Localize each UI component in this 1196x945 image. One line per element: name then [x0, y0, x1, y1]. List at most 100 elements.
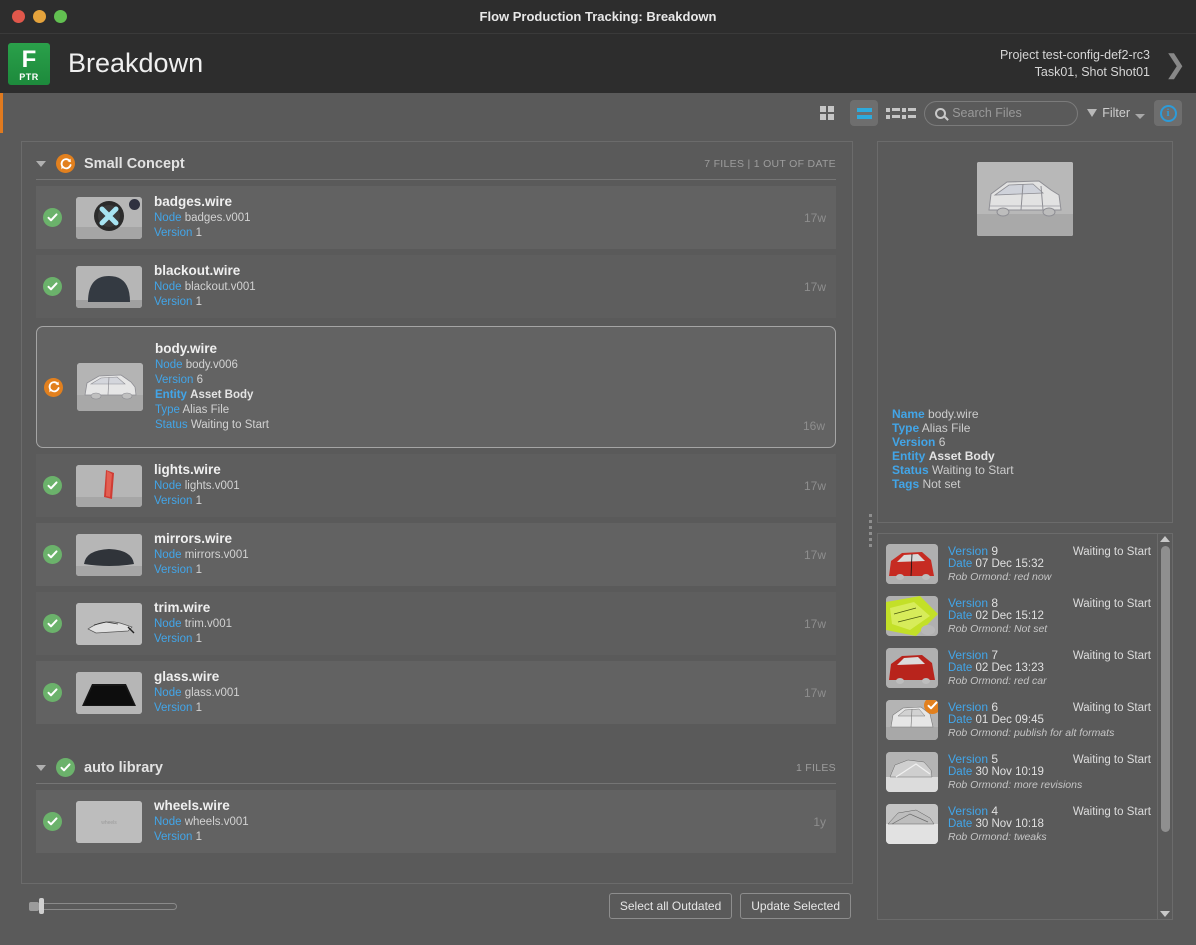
scroll-up-icon[interactable] — [1160, 536, 1170, 542]
file-row[interactable]: wheels wheels.wire Node wheels.v001 Version… — [36, 790, 836, 853]
panel-splitter[interactable] — [863, 133, 877, 928]
file-field: Version 1 — [154, 563, 794, 578]
slider-handle[interactable] — [39, 898, 44, 914]
version-number: Version 8 — [948, 596, 999, 610]
field-key: Node — [154, 480, 182, 492]
version-note: Rob Ormond: more revisions — [948, 779, 1083, 791]
collapse-caret-icon[interactable] — [36, 764, 46, 771]
group-meta: 7 FILES | 1 OUT OF DATE — [704, 157, 836, 170]
file-row[interactable]: mirrors.wire Node mirrors.v001 Version 1 17… — [36, 523, 836, 586]
group-header[interactable]: auto library 1 FILES — [22, 746, 852, 783]
search-input[interactable] — [952, 106, 1068, 120]
file-meta: badges.wire Node badges.v001 Version 1 — [154, 194, 794, 241]
file-field: Node badges.v001 — [154, 211, 794, 226]
file-name: badges.wire — [154, 194, 233, 209]
refresh-icon[interactable] — [44, 377, 63, 397]
version-date: Date 30 Nov 10:18 — [948, 818, 1044, 830]
check-icon[interactable] — [43, 614, 62, 633]
version-status: Waiting to Start — [1072, 546, 1151, 558]
check-icon[interactable] — [43, 683, 62, 702]
titlebar: Flow Production Tracking: Breakdown — [0, 0, 1196, 33]
file-name: lights.wire — [154, 462, 221, 477]
version-date: Date 30 Nov 10:19 — [948, 766, 1044, 778]
version-thumbnail — [886, 700, 938, 740]
version-note: Rob Ormond: red car — [948, 675, 1047, 687]
version-scrollbar[interactable] — [1157, 534, 1172, 919]
minimize-button[interactable] — [33, 10, 46, 23]
detail-field: Tags Not set — [892, 477, 1014, 492]
version-item[interactable]: Version 9 Waiting to Start Date 07 Dec 15:… — [878, 538, 1157, 590]
check-icon[interactable] — [43, 208, 62, 227]
group-divider — [36, 179, 836, 180]
file-list[interactable]: Small Concept 7 FILES | 1 OUT OF DATE badg… — [21, 141, 853, 884]
check-icon[interactable] — [43, 277, 62, 296]
version-date: Date 01 Dec 09:45 — [948, 714, 1044, 726]
chevron-down-icon[interactable] — [1135, 114, 1145, 119]
file-age: 17w — [803, 616, 826, 631]
check-icon[interactable] — [43, 476, 62, 495]
detail-view-icon[interactable] — [886, 100, 917, 126]
grid-view-icon[interactable] — [813, 100, 841, 126]
file-field: Node blackout.v001 — [154, 280, 794, 295]
group-header[interactable]: Small Concept 7 FILES | 1 OUT OF DATE — [22, 142, 852, 179]
chevron-right-icon[interactable]: ❯ — [1164, 51, 1186, 77]
info-button[interactable]: i — [1154, 100, 1182, 126]
bottom-toolbar: Select all Outdated Update Selected — [3, 884, 863, 928]
file-row[interactable]: body.wire Node body.v006 Version 6 Entity A… — [36, 326, 836, 448]
collapse-caret-icon[interactable] — [36, 160, 46, 167]
version-thumbnail — [886, 804, 938, 844]
filter-button[interactable]: Filter — [1087, 106, 1145, 120]
thumbnail-size-slider[interactable] — [29, 898, 177, 914]
search-field[interactable] — [924, 100, 1079, 126]
field-key: Entity — [892, 449, 926, 463]
field-value: wheels.v001 — [184, 816, 249, 828]
field-value: Asset Body — [928, 449, 995, 463]
maximize-button[interactable] — [54, 10, 67, 23]
field-value: 1 — [195, 633, 202, 645]
close-button[interactable] — [12, 10, 25, 23]
file-row[interactable]: lights.wire Node lights.v001 Version 1 17w — [36, 454, 836, 517]
scroll-down-icon[interactable] — [1160, 911, 1170, 917]
version-item[interactable]: Version 6 Waiting to Start Date 01 Dec 09:… — [878, 694, 1157, 746]
slider-track[interactable] — [29, 902, 177, 910]
version-date: Date 02 Dec 15:12 — [948, 610, 1044, 622]
file-meta: mirrors.wire Node mirrors.v001 Version 1 — [154, 531, 794, 578]
file-field: Node glass.v001 — [154, 686, 794, 701]
version-item[interactable]: Version 8 Waiting to Start Date 02 Dec 15:… — [878, 590, 1157, 642]
check-icon[interactable] — [43, 812, 62, 831]
field-value: Asset Body — [190, 389, 254, 401]
select-all-outdated-button[interactable]: Select all Outdated — [608, 893, 733, 919]
file-age: 1y — [813, 814, 826, 829]
field-value: 6 — [196, 374, 203, 386]
file-thumbnail — [76, 602, 142, 645]
update-selected-button[interactable]: Update Selected — [740, 893, 851, 919]
list-view-icon[interactable] — [850, 100, 879, 126]
version-status: Waiting to Start — [1072, 754, 1151, 766]
version-thumbnail — [886, 544, 938, 584]
file-thumbnail — [76, 671, 142, 714]
version-list[interactable]: Version 9 Waiting to Start Date 07 Dec 15:… — [878, 534, 1157, 919]
file-field: Node lights.v001 — [154, 479, 794, 494]
field-key: Status — [155, 419, 188, 431]
file-row[interactable]: glass.wire Node glass.v001 Version 1 17w — [36, 661, 836, 724]
file-field: Type Alias File — [155, 403, 793, 418]
field-key: Type — [892, 421, 920, 435]
filter-label: Filter — [1102, 106, 1130, 120]
version-item[interactable]: Version 7 Waiting to Start Date 02 Dec 13:… — [878, 642, 1157, 694]
field-value: mirrors.v001 — [184, 549, 249, 561]
detail-field-list: Name body.wire Type Alias File Version 6 En… — [892, 407, 1014, 492]
file-age: 17w — [803, 210, 826, 225]
field-key: Version — [154, 831, 193, 843]
version-number: Version 5 — [948, 752, 999, 766]
version-note: Rob Ormond: publish for alt formats — [948, 727, 1115, 739]
file-row[interactable]: badges.wire Node badges.v001 Version 1 17w — [36, 186, 836, 249]
window-controls[interactable] — [12, 10, 67, 23]
file-row[interactable]: blackout.wire Node blackout.v001 Version 1… — [36, 255, 836, 318]
field-value: 1 — [195, 702, 202, 714]
scrollbar-thumb[interactable] — [1160, 546, 1170, 832]
file-row[interactable]: trim.wire Node trim.v001 Version 1 17w — [36, 592, 836, 655]
version-item[interactable]: Version 5 Waiting to Start Date 30 Nov 10:… — [878, 746, 1157, 798]
version-item[interactable]: Version 4 Waiting to Start Date 30 Nov 10:… — [878, 798, 1157, 850]
check-icon[interactable] — [43, 545, 62, 564]
file-name: trim.wire — [154, 600, 211, 615]
